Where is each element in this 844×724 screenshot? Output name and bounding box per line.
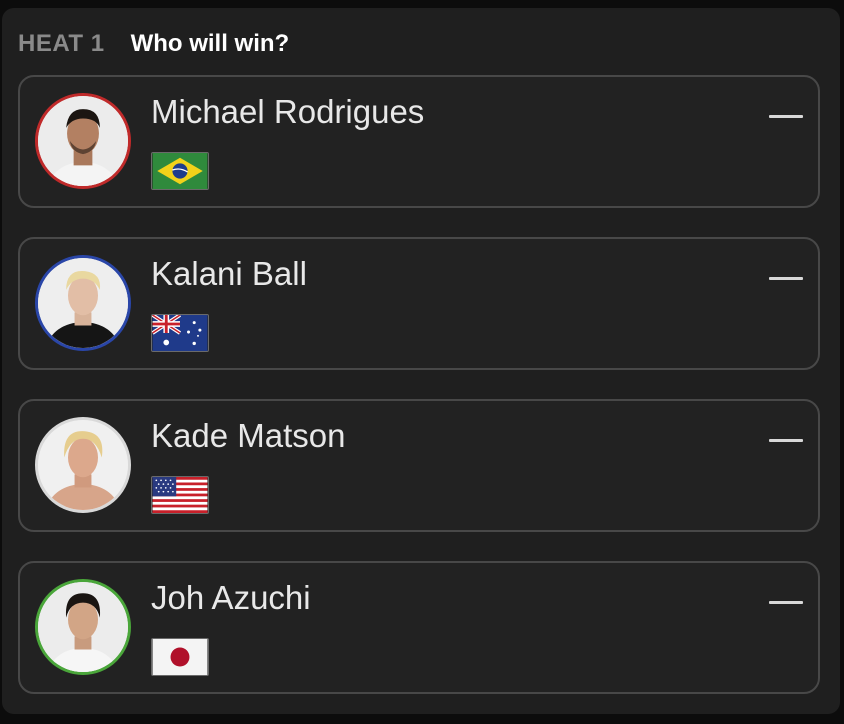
question-title: Who will win? [130,30,290,57]
surfer-avatar [35,93,131,189]
surfer-card-kalani-ball[interactable]: Kalani Ball [18,237,820,370]
flag-usa-icon [151,476,209,514]
surfer-card-joh-azuchi[interactable]: Joh Azuchi [18,561,820,694]
flag-japan-icon [151,638,209,676]
heat-header: HEAT 1 Who will win? [18,28,289,60]
flag-brazil-icon [151,152,209,190]
surfer-name: Joh Azuchi [151,579,311,616]
surfer-name: Kade Matson [151,417,346,454]
surfer-name: Michael Rodrigues [151,93,425,130]
minus-icon[interactable] [768,275,804,281]
minus-icon[interactable] [768,113,804,119]
minus-icon[interactable] [768,599,804,605]
surfer-card-michael-rodrigues[interactable]: Michael Rodrigues [18,75,820,208]
surfer-avatar [35,255,131,351]
surfer-avatar [35,579,131,675]
surfer-name: Kalani Ball [151,255,307,292]
flag-australia-icon [151,314,209,352]
minus-icon[interactable] [768,437,804,443]
surfer-card-kade-matson[interactable]: Kade Matson [18,399,820,532]
heat-label: HEAT 1 [18,30,105,57]
surfer-avatar [35,417,131,513]
